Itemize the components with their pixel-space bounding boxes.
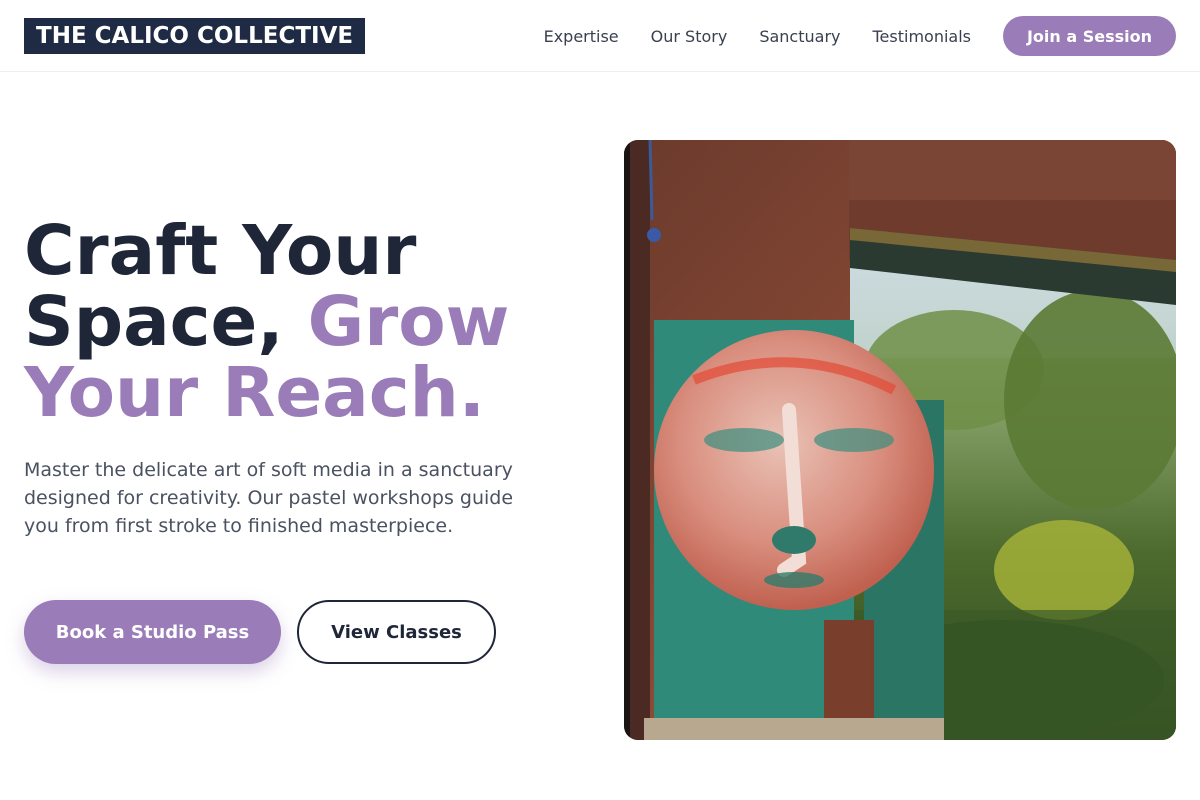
moon-face-artwork-image	[624, 140, 1176, 740]
hero-description: Master the delicate art of soft media in…	[24, 459, 514, 537]
hero-image	[624, 140, 1176, 740]
nav-link-sanctuary[interactable]: Sanctuary	[759, 27, 840, 46]
brand-logo[interactable]: THE CALICO COLLECTIVE	[24, 18, 366, 54]
join-session-button[interactable]: Join a Session	[1003, 16, 1176, 56]
nav-links: Expertise Our Story Sanctuary Testimonia…	[544, 0, 971, 72]
top-navbar: THE CALICO COLLECTIVE Expertise Our Stor…	[0, 0, 1200, 72]
nav-link-expertise[interactable]: Expertise	[544, 27, 619, 46]
nav-link-our-story[interactable]: Our Story	[651, 27, 728, 46]
book-studio-pass-button[interactable]: Book a Studio Pass	[24, 600, 281, 664]
nav-link-testimonials[interactable]: Testimonials	[873, 27, 972, 46]
hero-title: Craft Your Space, Grow Your Reach.	[24, 216, 584, 429]
view-classes-button[interactable]: View Classes	[297, 600, 496, 664]
